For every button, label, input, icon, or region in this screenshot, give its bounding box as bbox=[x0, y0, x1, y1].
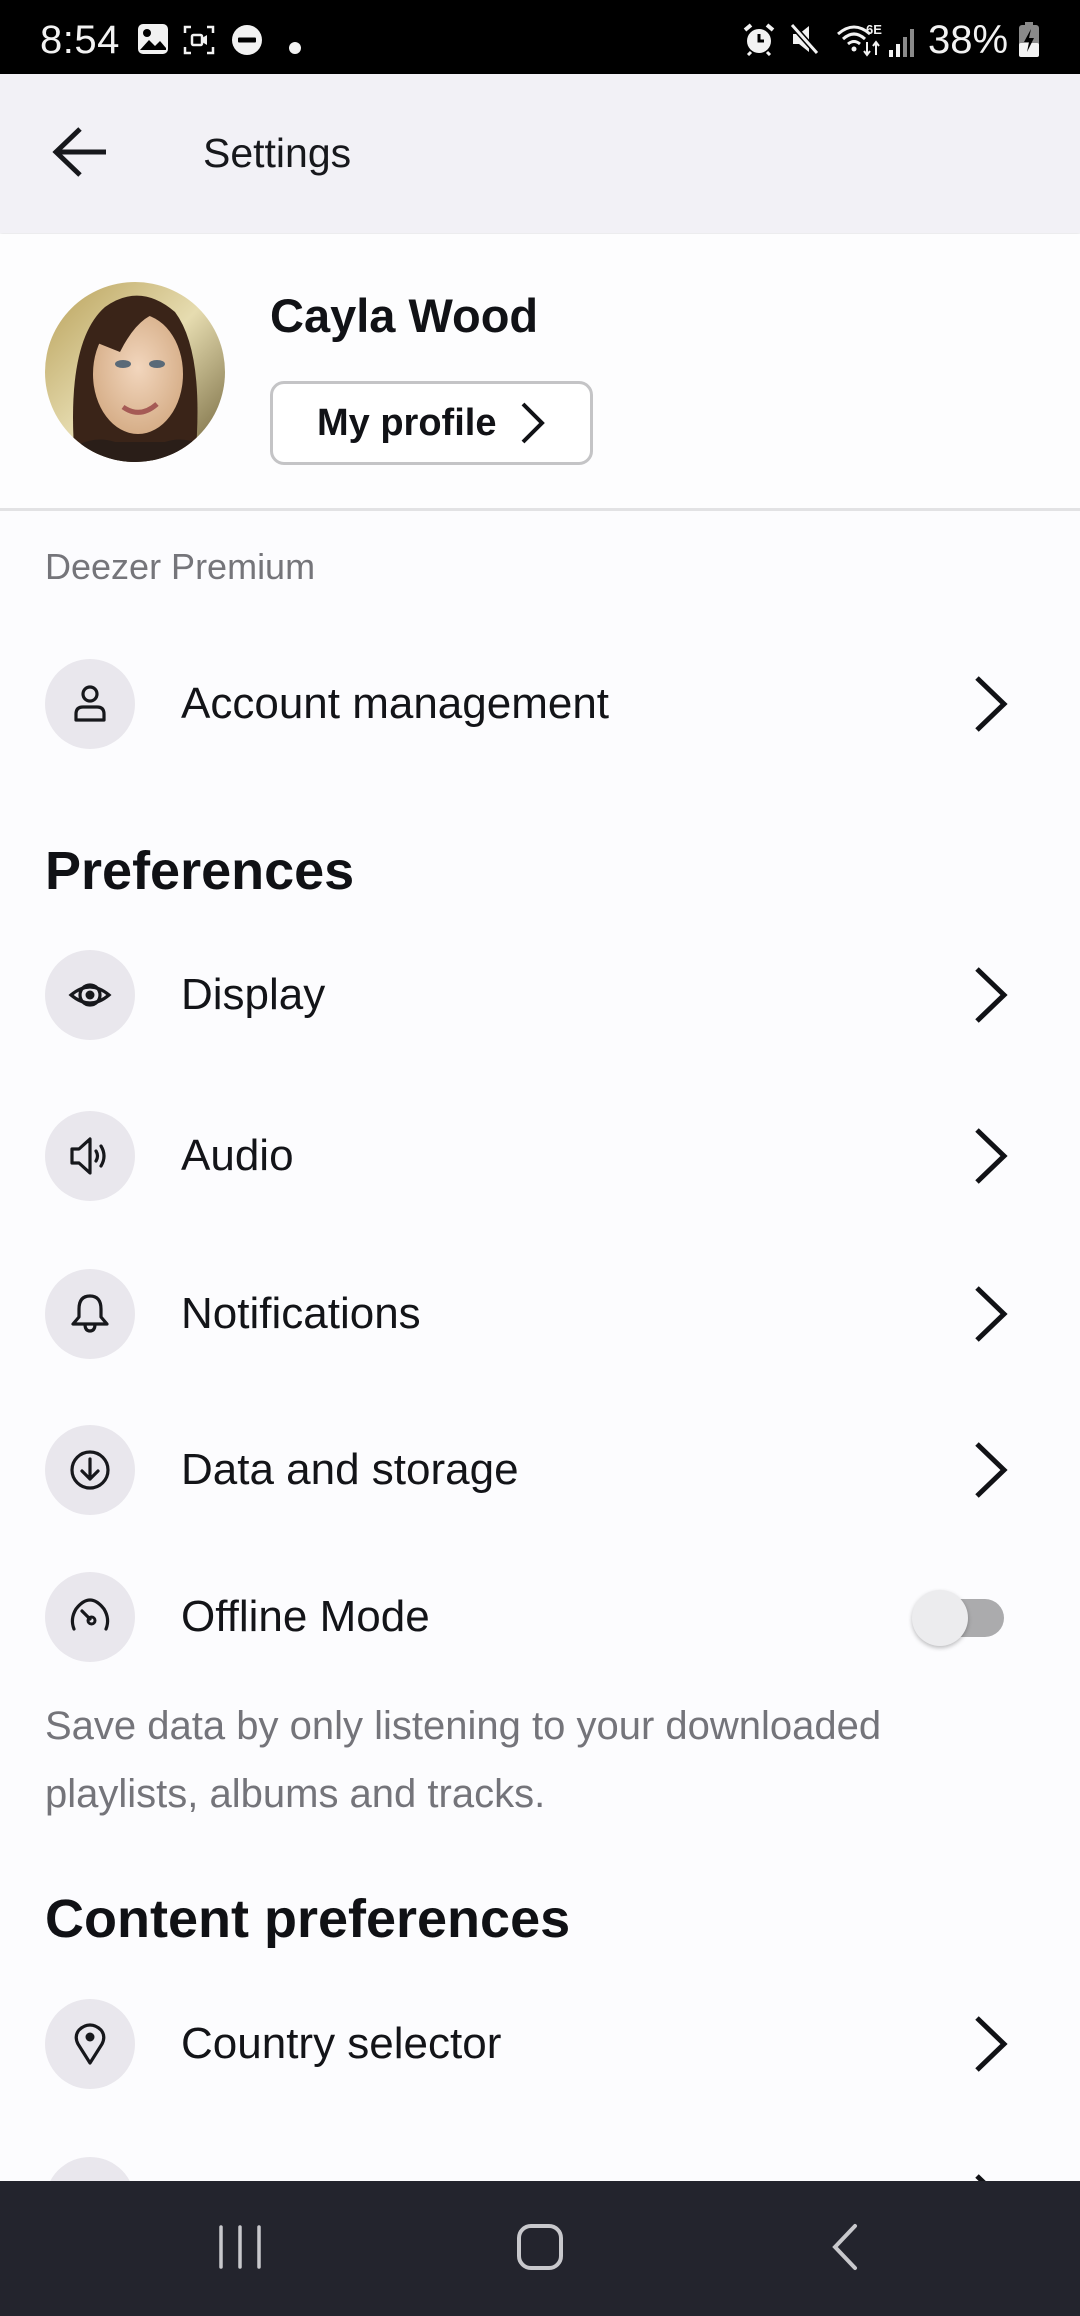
row-label: Notifications bbox=[181, 1289, 421, 1338]
row-label: Display bbox=[181, 970, 326, 1019]
chevron-right-icon bbox=[966, 1285, 1016, 1343]
toggle-thumb bbox=[912, 1590, 968, 1646]
row-label: Data and storage bbox=[181, 1445, 519, 1494]
chevron-right-icon bbox=[520, 401, 546, 445]
home-icon bbox=[516, 2223, 564, 2276]
system-nav-bar bbox=[0, 2181, 1080, 2316]
avatar[interactable] bbox=[45, 282, 225, 462]
row-label: Audio bbox=[181, 1131, 294, 1180]
offline-mode-description: Save data by only listening to your down… bbox=[45, 1704, 882, 1816]
my-profile-label: My profile bbox=[317, 401, 497, 444]
home-button[interactable] bbox=[480, 2201, 600, 2297]
divider bbox=[0, 508, 1080, 511]
chevron-right-icon bbox=[966, 966, 1016, 1024]
settings-row-account-management[interactable]: Account management bbox=[0, 639, 1080, 769]
settings-row-country-selector[interactable]: Country selector bbox=[0, 1979, 1080, 2109]
alarm-icon bbox=[742, 22, 776, 61]
battery-percent: 38% bbox=[928, 18, 1009, 62]
eye-icon bbox=[45, 950, 135, 1040]
app-header: Settings bbox=[0, 74, 1080, 233]
wifi-6e-icon: 6E bbox=[836, 20, 884, 65]
recents-icon bbox=[217, 2224, 263, 2274]
do-not-disturb-icon bbox=[231, 24, 263, 61]
row-label: Offline Mode bbox=[181, 1592, 430, 1641]
row-label: Country selector bbox=[181, 2019, 502, 2068]
battery-charging-icon bbox=[1018, 22, 1040, 63]
recents-button[interactable] bbox=[180, 2201, 300, 2297]
my-profile-button[interactable]: My profile bbox=[270, 381, 593, 465]
subscription-label: Deezer Premium bbox=[45, 546, 316, 587]
gauge-icon bbox=[45, 1572, 135, 1662]
settings-row-display[interactable]: Display bbox=[0, 930, 1080, 1060]
offline-mode-toggle[interactable] bbox=[910, 1588, 1006, 1648]
chevron-right-icon bbox=[966, 675, 1016, 733]
settings-row-audio[interactable]: Audio bbox=[0, 1091, 1080, 1221]
back-button[interactable] bbox=[40, 114, 120, 194]
user-icon bbox=[45, 659, 135, 749]
status-time: 8:54 bbox=[40, 18, 120, 62]
profile-section: Cayla Wood My profile bbox=[0, 234, 1080, 508]
settings-row-notifications[interactable]: Notifications bbox=[0, 1249, 1080, 1379]
screen-record-icon bbox=[183, 25, 215, 60]
speaker-icon bbox=[45, 1111, 135, 1201]
preferences-heading: Preferences bbox=[45, 841, 355, 901]
gallery-icon bbox=[137, 23, 169, 60]
page-title: Settings bbox=[203, 130, 352, 176]
arrow-left-icon bbox=[52, 126, 108, 183]
system-back-button[interactable] bbox=[785, 2201, 905, 2297]
signal-icon bbox=[888, 26, 916, 63]
status-bar: 8:54 6E 38% bbox=[0, 0, 1080, 74]
content-preferences-heading: Content preferences bbox=[45, 1889, 571, 1949]
dot-icon bbox=[289, 41, 301, 59]
mute-icon bbox=[789, 22, 821, 61]
svg-text:6E: 6E bbox=[866, 22, 882, 37]
chevron-right-icon bbox=[966, 2015, 1016, 2073]
row-label: Account management bbox=[181, 679, 610, 728]
bell-icon bbox=[45, 1269, 135, 1359]
chevron-right-icon bbox=[966, 1441, 1016, 1499]
profile-name: Cayla Wood bbox=[270, 289, 539, 342]
settings-row-data-and-storage[interactable]: Data and storage bbox=[0, 1405, 1080, 1535]
settings-row-offline-mode: Offline Mode bbox=[0, 1552, 1080, 1682]
chevron-right-icon bbox=[966, 1127, 1016, 1185]
back-icon bbox=[830, 2223, 860, 2276]
download-icon bbox=[45, 1425, 135, 1515]
location-pin-icon bbox=[45, 1999, 135, 2089]
